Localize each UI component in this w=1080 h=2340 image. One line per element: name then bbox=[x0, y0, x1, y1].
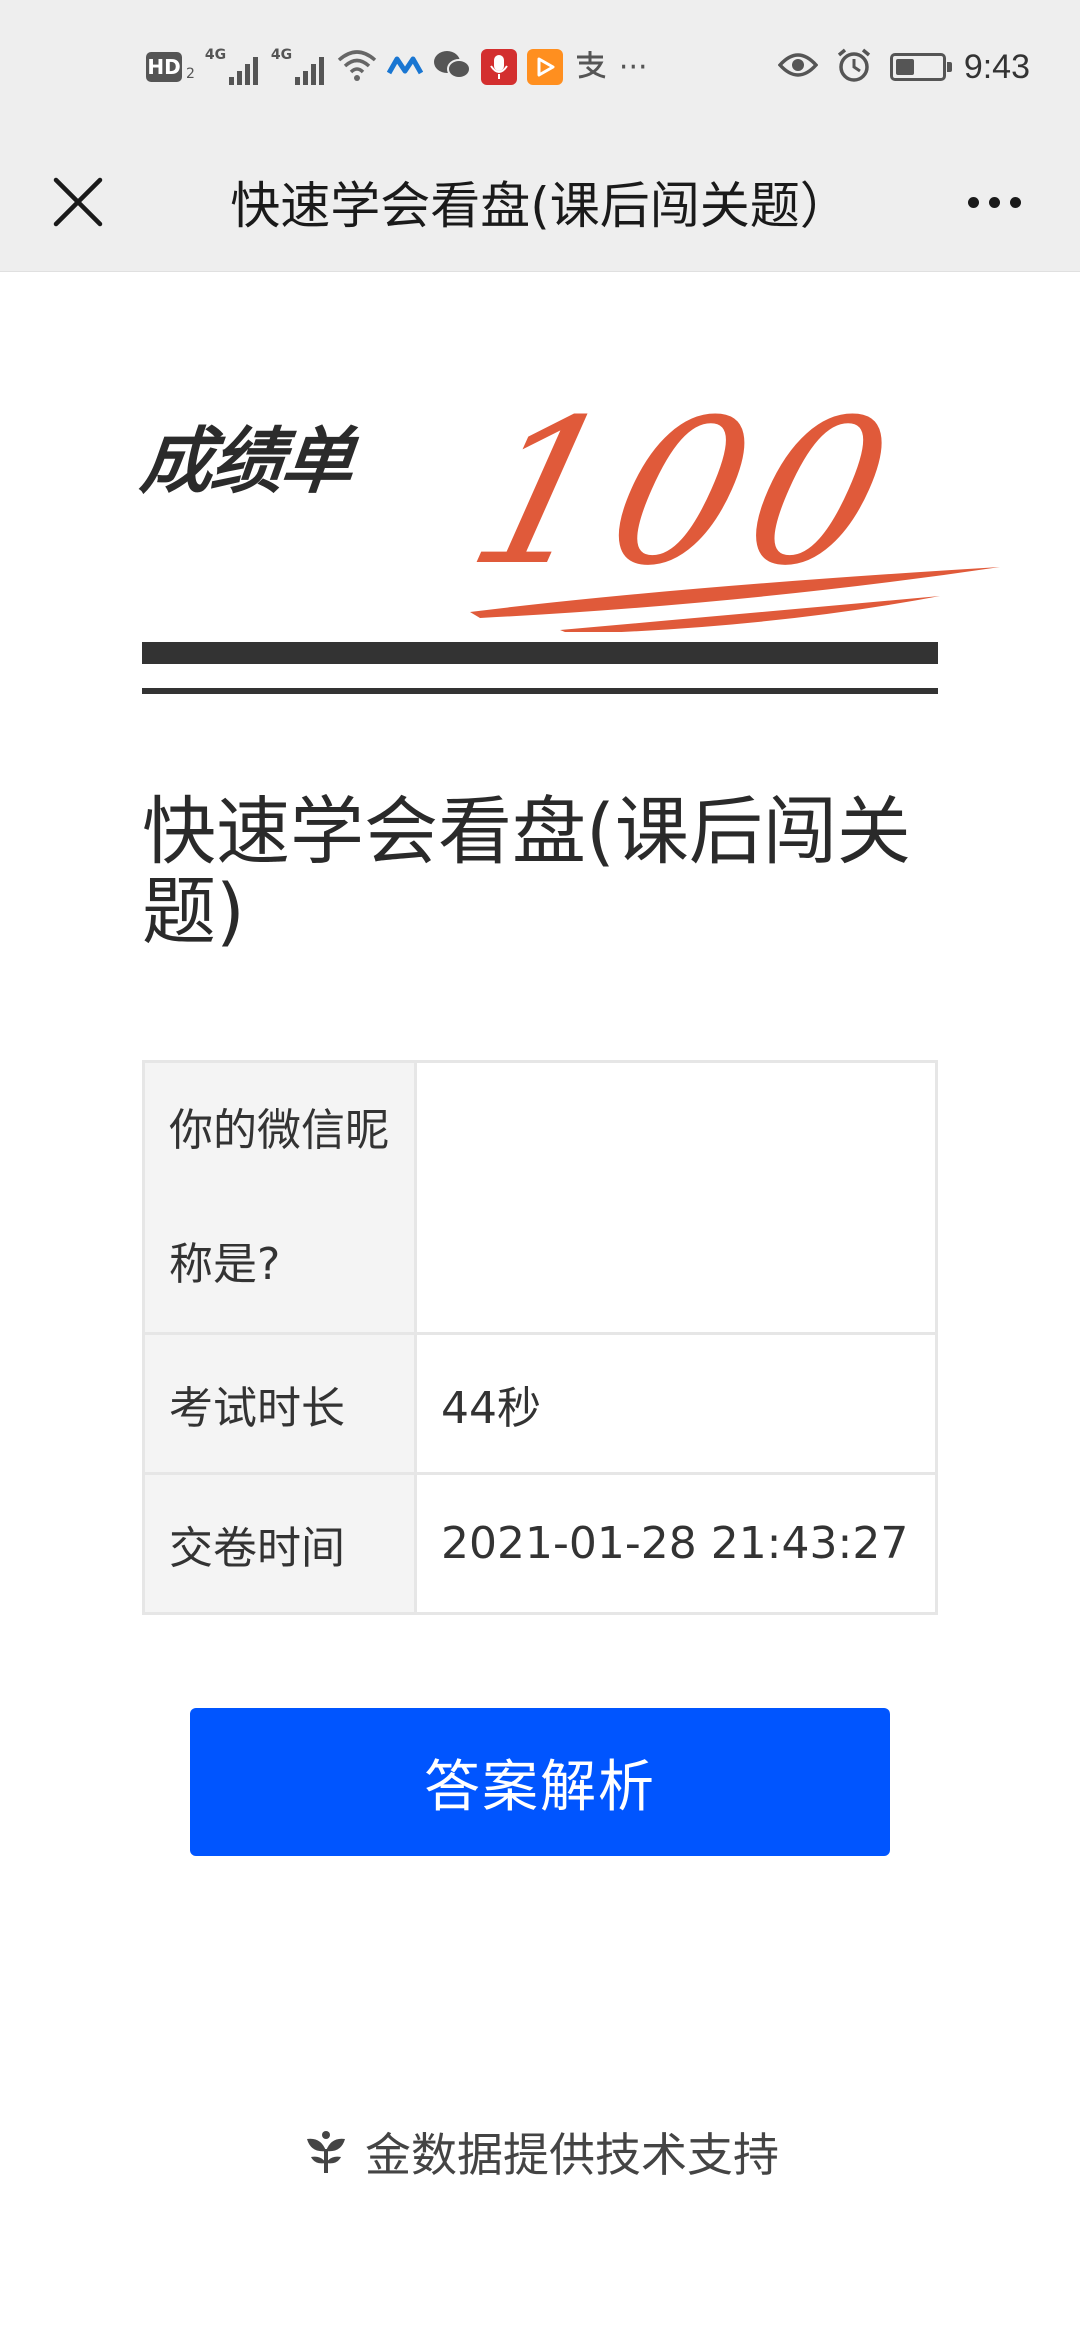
report-heading: 成绩单 bbox=[136, 419, 356, 503]
signal-1-icon: 4G bbox=[205, 47, 261, 87]
mic-icon bbox=[480, 49, 517, 85]
row-value bbox=[414, 1060, 938, 1335]
row-value: 44秒 bbox=[414, 1332, 938, 1475]
more-dot-icon bbox=[988, 196, 1000, 208]
more-button[interactable] bbox=[944, 160, 1044, 244]
alarm-icon bbox=[836, 47, 872, 87]
page-title: 快速学会看盘(课后闯关题） bbox=[230, 177, 850, 235]
battery-icon bbox=[889, 53, 952, 81]
signal-2-label: 4G bbox=[270, 47, 293, 63]
alipay-icon bbox=[573, 49, 609, 85]
wifi-icon bbox=[337, 48, 377, 86]
divider-thick bbox=[142, 642, 938, 664]
clock: 9:43 bbox=[963, 47, 1030, 86]
more-dot-icon bbox=[1009, 196, 1021, 208]
row-label: 你的微信昵称是? bbox=[142, 1060, 417, 1335]
signal-1-label: 4G bbox=[204, 47, 227, 63]
hd-sub: 2 bbox=[186, 66, 195, 82]
quiz-title: 快速学会看盘(课后闯关题) bbox=[142, 789, 911, 955]
more-notifications-icon: ··· bbox=[618, 49, 648, 85]
wechat-icon bbox=[433, 49, 471, 85]
table-row: 你的微信昵称是? bbox=[142, 1060, 938, 1335]
footer-text: 金数据提供技术支持 bbox=[365, 2128, 779, 2182]
row-label: 交卷时间 bbox=[142, 1472, 417, 1615]
nav-bar: 快速学会看盘(课后闯关题） bbox=[0, 132, 1080, 272]
status-right: 9:43 bbox=[777, 42, 1030, 92]
video-icon bbox=[526, 49, 563, 85]
divider-thin bbox=[142, 688, 938, 694]
footer: 金数据提供技术支持 bbox=[0, 2112, 1080, 2192]
row-value: 2021-01-28 21:43:27 bbox=[414, 1472, 938, 1615]
close-icon bbox=[53, 177, 103, 227]
info-table: 你的微信昵称是? 考试时长 44秒 交卷时间 2021-01-28 21:43:… bbox=[142, 1060, 938, 1615]
score-text: 100 bbox=[470, 376, 921, 609]
status-left: HD 2 4G 4G ··· bbox=[146, 42, 648, 92]
hd-badge: HD bbox=[146, 52, 182, 82]
table-row: 交卷时间 2021-01-28 21:43:27 bbox=[142, 1472, 938, 1615]
jinshuju-logo-icon bbox=[307, 2131, 345, 2173]
more-dot-icon bbox=[967, 196, 979, 208]
app-icon bbox=[386, 53, 424, 81]
main-content: 成绩单 100 快速学会看盘(课后闯关题) 你的微信昵称是? 考试时长 44秒 … bbox=[0, 272, 1080, 2340]
score-100-art: 100 bbox=[470, 376, 1000, 632]
status-bar: HD 2 4G 4G ··· 9:43 bbox=[0, 0, 1080, 132]
answer-analysis-button[interactable]: 答案解析 bbox=[190, 1708, 890, 1856]
table-row: 考试时长 44秒 bbox=[142, 1332, 938, 1475]
row-label: 考试时长 bbox=[142, 1332, 417, 1475]
eye-icon bbox=[777, 51, 819, 83]
close-button[interactable] bbox=[36, 160, 120, 244]
signal-2-icon: 4G bbox=[271, 47, 327, 87]
